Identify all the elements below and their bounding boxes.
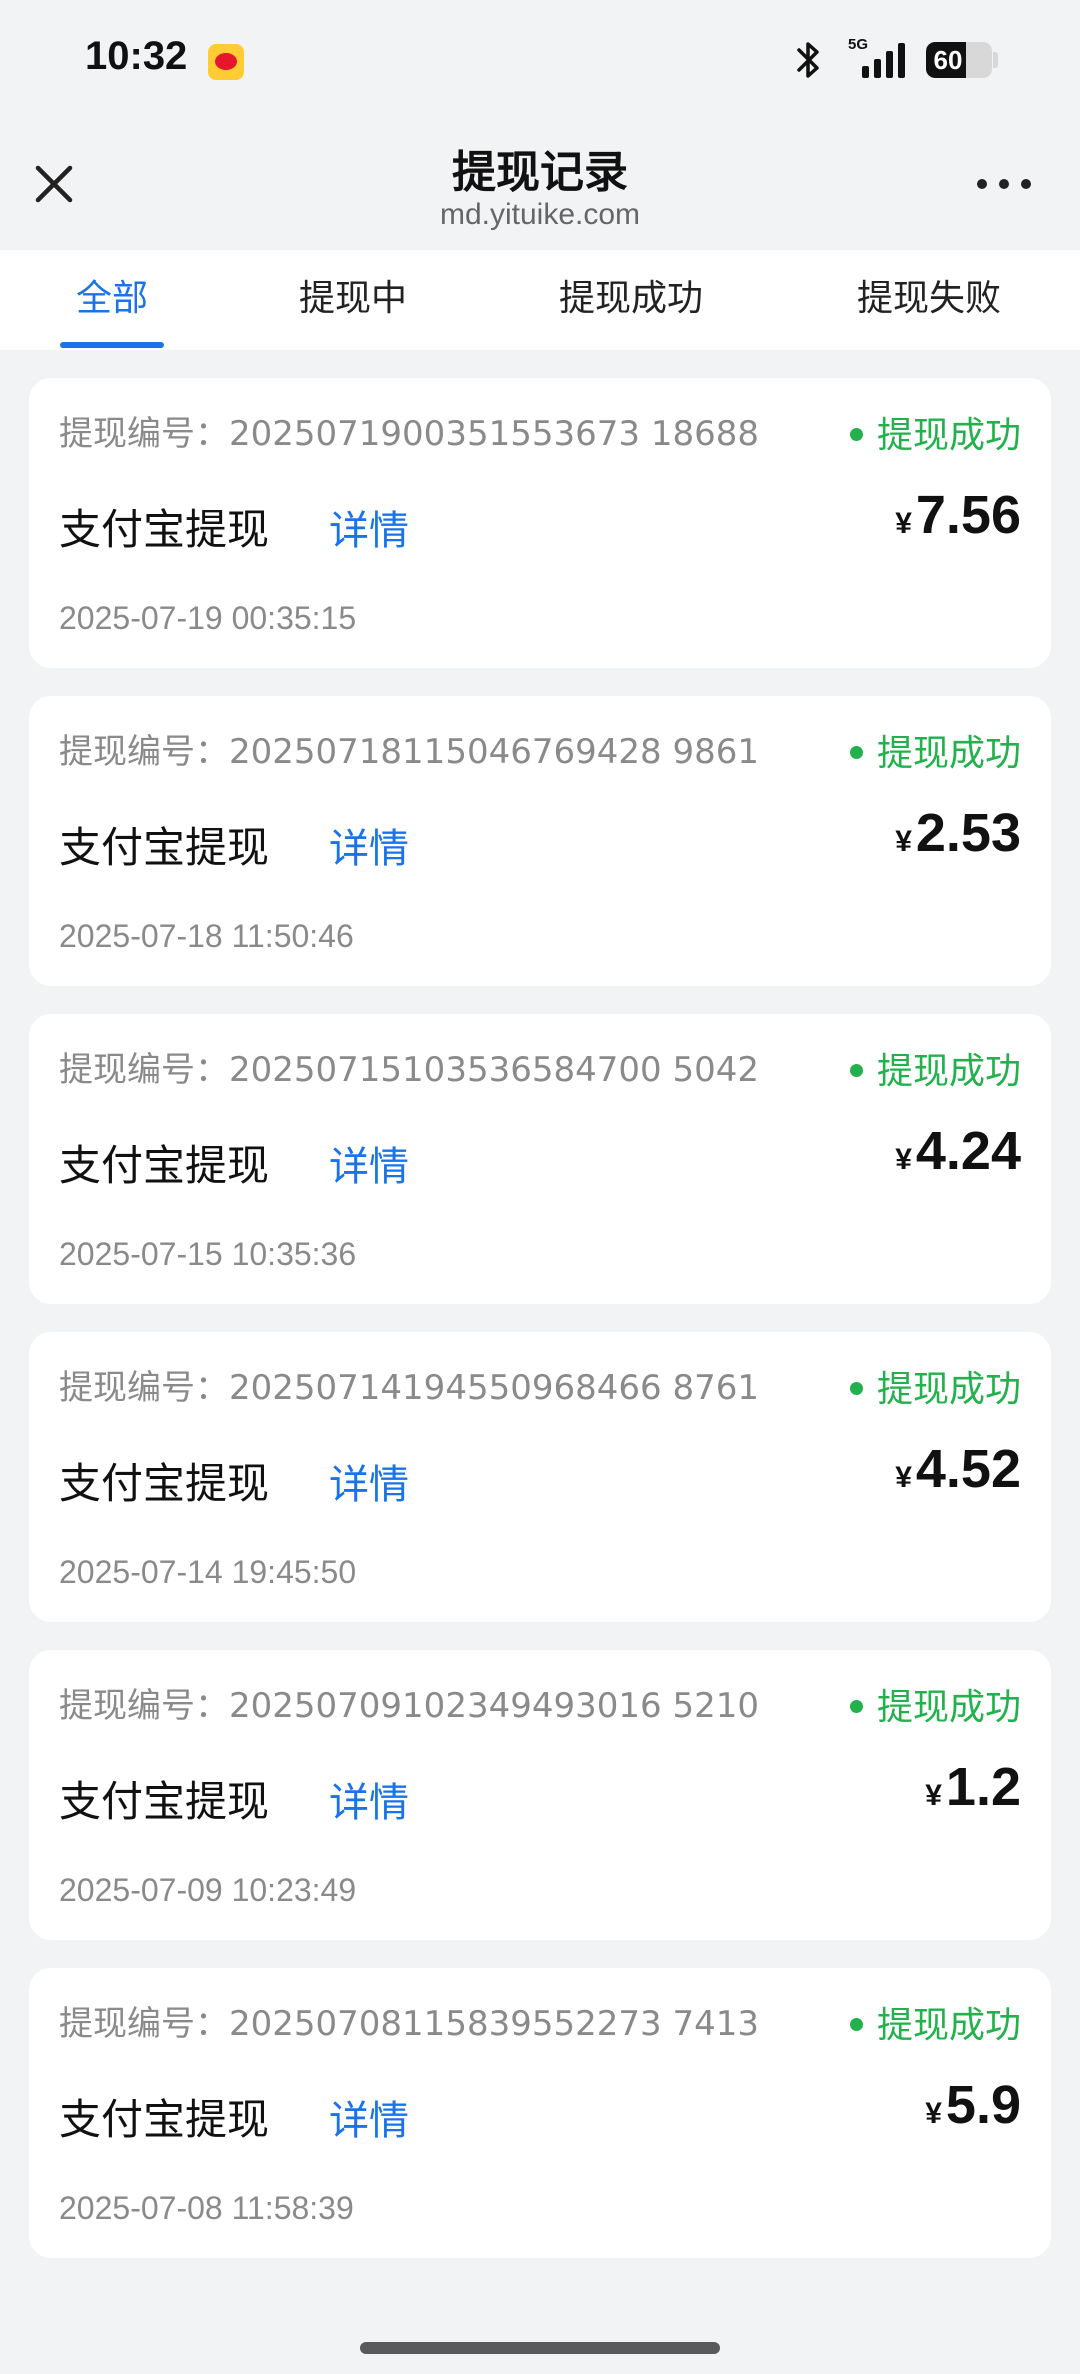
page-title: 提现记录	[452, 147, 628, 198]
battery-text: 60	[933, 45, 963, 75]
order-label: 提现编号：	[59, 732, 229, 772]
withdraw-type: 支付宝提现	[59, 2095, 270, 2144]
status-text: 提现成功	[876, 2005, 1021, 2046]
record-card: 提现编号：20250714194550968466 8761 提现成功 支付宝提…	[29, 1332, 1051, 1622]
currency-symbol: ¥	[895, 825, 912, 858]
detail-link[interactable]: 详情	[329, 498, 409, 556]
status-dot-icon	[849, 427, 863, 441]
status-time: 10:32	[85, 34, 188, 78]
order-label: 提现编号：	[59, 414, 229, 454]
withdraw-type: 支付宝提现	[59, 1141, 270, 1190]
detail-link[interactable]: 详情	[329, 816, 409, 874]
order-number: 提现编号：20250709102349493016 5210	[59, 1678, 759, 1727]
page-domain: md.yituike.com	[439, 198, 641, 231]
record-time: 2025-07-18 11:50:46	[59, 918, 354, 954]
more-icon[interactable]	[966, 162, 1046, 206]
home-indicator[interactable]	[360, 2342, 720, 2354]
record-time: 2025-07-19 00:35:15	[59, 600, 357, 636]
record-time: 2025-07-14 19:45:50	[59, 1554, 357, 1590]
order-value: 2025071900351553673 18688	[229, 414, 759, 454]
status-badge: 提现成功	[849, 1360, 1021, 1412]
order-number: 提现编号：20250714194550968466 8761	[59, 1360, 759, 1409]
status-text: 提现成功	[876, 1687, 1021, 1728]
amount: ¥4.52	[895, 1438, 1021, 1500]
amount-value: 2.53	[915, 803, 1021, 863]
nav-bar: 提现记录 md.yituike.com	[0, 120, 1080, 250]
amount: ¥2.53	[895, 802, 1021, 864]
bluetooth-icon	[797, 42, 819, 78]
order-number: 提现编号：20250718115046769428 9861	[59, 724, 759, 773]
signal-icon	[862, 43, 905, 78]
status-dot-icon	[849, 745, 863, 759]
amount-value: 4.24	[915, 1121, 1021, 1181]
status-text: 提现成功	[876, 733, 1021, 774]
weibo-icon	[208, 44, 244, 80]
amount: ¥5.9	[925, 2074, 1021, 2136]
withdraw-type: 支付宝提现	[59, 1459, 270, 1508]
amount-value: 5.9	[945, 2075, 1021, 2135]
amount-value: 4.52	[915, 1439, 1021, 1499]
amount: ¥7.56	[895, 484, 1021, 546]
status-badge: 提现成功	[849, 724, 1021, 776]
detail-link[interactable]: 详情	[329, 2088, 409, 2146]
order-label: 提现编号：	[59, 2004, 229, 2044]
currency-symbol: ¥	[895, 1461, 912, 1494]
order-value: 20250708115839552273 7413	[229, 2004, 759, 2044]
status-badge: 提现成功	[849, 406, 1021, 458]
screen: 10:32 5G 60 提现记录 md.yituike.com 全部 提现中 提…	[0, 0, 1080, 2374]
order-value: 20250714194550968466 8761	[229, 1368, 759, 1408]
detail-link[interactable]: 详情	[329, 1452, 409, 1510]
order-label: 提现编号：	[59, 1368, 229, 1408]
amount: ¥1.2	[925, 1756, 1021, 1818]
currency-symbol: ¥	[925, 1779, 942, 1812]
battery-cap	[993, 52, 998, 68]
status-dot-icon	[849, 1699, 863, 1713]
status-text: 提现成功	[876, 1051, 1021, 1092]
status-dot-icon	[849, 1063, 863, 1077]
record-card: 提现编号：20250715103536584700 5042 提现成功 支付宝提…	[29, 1014, 1051, 1304]
amount-value: 1.2	[945, 1757, 1021, 1817]
status-dot-icon	[849, 1381, 863, 1395]
record-card: 提现编号：2025071900351553673 18688 提现成功 支付宝提…	[29, 378, 1051, 668]
order-label: 提现编号：	[59, 1686, 229, 1726]
record-time: 2025-07-15 10:35:36	[59, 1236, 357, 1272]
detail-link[interactable]: 详情	[329, 1770, 409, 1828]
tab-active-indicator	[60, 342, 164, 348]
battery-icon: 60	[926, 42, 992, 78]
status-badge: 提现成功	[849, 1678, 1021, 1730]
currency-symbol: ¥	[895, 507, 912, 540]
tab-processing[interactable]: 提现中	[270, 250, 436, 350]
currency-symbol: ¥	[895, 1143, 912, 1176]
status-bar: 10:32 5G 60	[0, 0, 1080, 120]
status-badge: 提现成功	[849, 1042, 1021, 1094]
order-number: 提现编号：20250708115839552273 7413	[59, 1996, 759, 2045]
order-label: 提现编号：	[59, 1050, 229, 1090]
detail-link[interactable]: 详情	[329, 1134, 409, 1192]
tab-failed[interactable]: 提现失败	[828, 250, 1030, 350]
order-number: 提现编号：20250715103536584700 5042	[59, 1042, 759, 1091]
status-text: 提现成功	[876, 415, 1021, 456]
order-value: 20250709102349493016 5210	[229, 1686, 759, 1726]
record-card: 提现编号：20250718115046769428 9861 提现成功 支付宝提…	[29, 696, 1051, 986]
close-icon[interactable]	[22, 152, 86, 216]
record-time: 2025-07-08 11:58:39	[59, 2190, 354, 2226]
record-card: 提现编号：20250708115839552273 7413 提现成功 支付宝提…	[29, 1968, 1051, 2258]
amount: ¥4.24	[895, 1120, 1021, 1182]
tab-all[interactable]: 全部	[40, 250, 184, 350]
status-badge: 提现成功	[849, 1996, 1021, 2048]
amount-value: 7.56	[915, 485, 1021, 545]
status-text: 提现成功	[876, 1369, 1021, 1410]
currency-symbol: ¥	[925, 2097, 942, 2130]
order-number: 提现编号：2025071900351553673 18688	[59, 406, 759, 455]
withdraw-type: 支付宝提现	[59, 1777, 270, 1826]
tab-success[interactable]: 提现成功	[530, 250, 732, 350]
status-dot-icon	[849, 2017, 863, 2031]
record-card: 提现编号：20250709102349493016 5210 提现成功 支付宝提…	[29, 1650, 1051, 1940]
withdraw-type: 支付宝提现	[59, 505, 270, 554]
order-value: 20250715103536584700 5042	[229, 1050, 759, 1090]
tab-bar: 全部 提现中 提现成功 提现失败	[0, 250, 1080, 350]
record-time: 2025-07-09 10:23:49	[59, 1872, 357, 1908]
withdraw-type: 支付宝提现	[59, 823, 270, 872]
order-value: 20250718115046769428 9861	[229, 732, 759, 772]
